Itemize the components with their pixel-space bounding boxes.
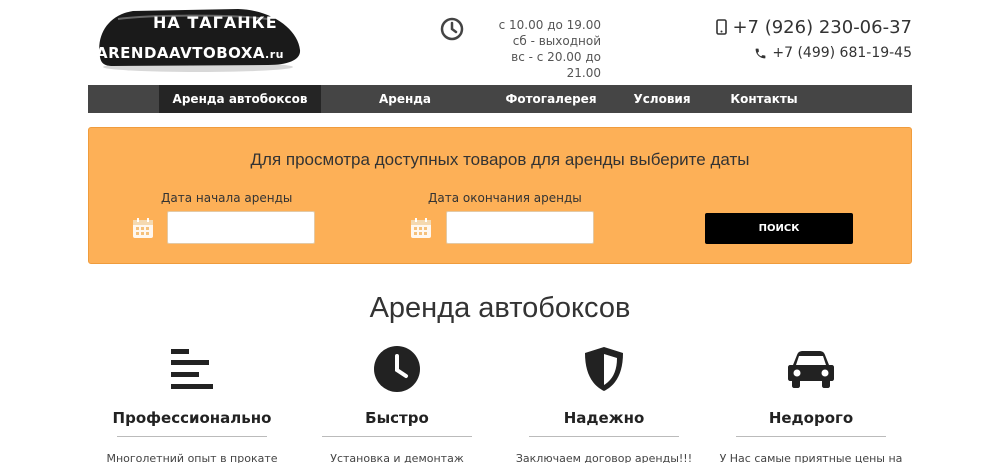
feature-cheap: Недорого У Нас самые приятные цены на	[706, 345, 916, 463]
mobile-phone-number: +7 (926) 230-06-37	[732, 16, 912, 38]
site-logo[interactable]: НА ТАГАНКЕ ARENDAAVTOBOXA.ru	[88, 5, 303, 75]
car-icon	[788, 351, 834, 388]
text-lines-icon	[171, 349, 213, 389]
feature-divider	[117, 436, 267, 437]
clock-icon	[374, 346, 420, 392]
start-date-input[interactable]	[167, 211, 315, 244]
logo-main-text: ARENDAAVTOBOXA	[96, 44, 266, 62]
hours-line-sunday: вс - с 20.00 до 21.00	[511, 50, 601, 80]
feature-professional: Профессионально Многолетний опыт в прока…	[87, 345, 297, 463]
nav-item-contacts[interactable]: Контакты	[711, 85, 817, 113]
feature-divider	[529, 436, 679, 437]
logo-top-text: НА ТАГАНКЕ	[153, 13, 278, 32]
mobile-phone-icon	[716, 19, 728, 35]
nav-item-terms[interactable]: Условия	[613, 85, 711, 113]
feature-divider	[736, 436, 886, 437]
end-date-input[interactable]	[446, 211, 594, 244]
main-nav: Аренда автобоксов Аренда инструмента Фот…	[88, 85, 912, 134]
hours-line-weekdays: с 10.00 до 19.00	[498, 18, 601, 32]
nav-item-autoboxes[interactable]: Аренда автобоксов	[159, 85, 321, 113]
feature-text: Заключаем договор аренды!!!	[515, 452, 693, 463]
landline-phone-link[interactable]: +7 (499) 681-19-45	[716, 43, 912, 63]
clock-icon	[440, 17, 464, 41]
calendar-icon[interactable]	[410, 217, 432, 239]
nav-item-tools[interactable]: Аренда инструмента	[321, 85, 489, 134]
mobile-phone-link[interactable]: +7 (926) 230-06-37	[716, 15, 912, 39]
date-search-panel: Для просмотра доступных товаров для арен…	[88, 127, 912, 264]
calendar-icon[interactable]	[132, 217, 154, 239]
feature-reliable: Надежно Заключаем договор аренды!!!	[499, 345, 709, 463]
shield-icon	[585, 347, 623, 391]
landline-phone-number: +7 (499) 681-19-45	[772, 45, 912, 61]
end-date-label: Дата окончания аренды	[428, 191, 582, 205]
hours-line-saturday: сб - выходной	[512, 34, 601, 48]
feature-divider	[322, 436, 472, 437]
feature-title: Недорого	[768, 409, 854, 427]
contact-phones: +7 (926) 230-06-37 +7 (499) 681-19-45	[716, 15, 912, 63]
logo-suffix: .ru	[265, 48, 284, 61]
search-panel-title: Для просмотра доступных товаров для арен…	[250, 150, 750, 169]
feature-text: Многолетний опыт в прокате	[106, 452, 278, 463]
start-date-label: Дата начала аренды	[161, 191, 293, 205]
feature-text: У Нас самые приятные цены на	[719, 452, 903, 463]
feature-title: Надежно	[563, 409, 645, 427]
working-hours: с 10.00 до 19.00 сб - выходной вс - с 20…	[440, 17, 601, 81]
feature-title: Профессионально	[112, 409, 272, 427]
phone-icon	[755, 48, 766, 58]
section-title: Аренда автобоксов	[369, 292, 631, 324]
nav-item-gallery[interactable]: Фотогалерея	[489, 85, 613, 113]
feature-title: Быстро	[365, 409, 429, 427]
search-button[interactable]: ПОИСК	[705, 213, 853, 244]
feature-text: Установка и демонтаж	[330, 452, 464, 463]
feature-fast: Быстро Установка и демонтаж	[292, 345, 502, 463]
